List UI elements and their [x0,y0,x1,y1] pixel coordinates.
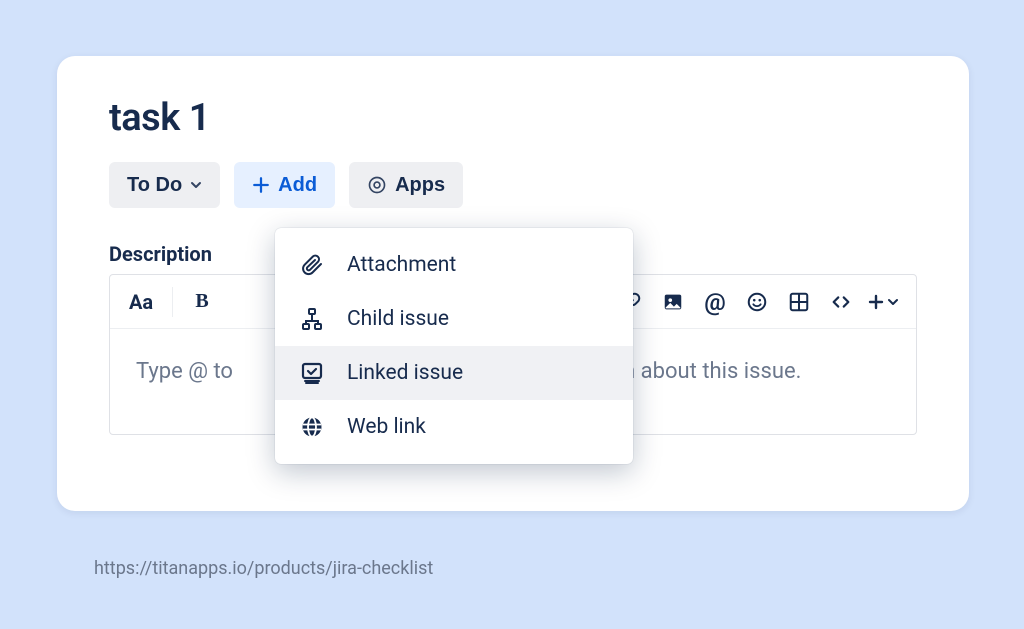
linked-issue-icon [299,360,325,386]
apps-button[interactable]: Apps [349,162,463,208]
add-label: Add [278,174,317,197]
table-button[interactable] [780,283,818,321]
bold-button[interactable]: B [183,283,221,321]
emoji-button[interactable] [738,283,776,321]
add-menu-item-attachment[interactable]: Attachment [275,238,633,292]
add-menu-item-label: Attachment [347,253,456,277]
plus-icon [252,176,270,194]
insert-more-button[interactable] [864,283,902,321]
mention-button[interactable]: @ [696,283,734,321]
image-button[interactable] [654,283,692,321]
source-url: https://titanapps.io/products/jira-check… [94,558,433,579]
toolbar-divider [172,287,173,317]
child-issue-icon [299,306,325,332]
status-label: To Do [127,174,182,197]
attachment-icon [299,252,325,278]
add-menu-item-label: Linked issue [347,361,463,385]
apps-label: Apps [395,174,445,197]
text-styles-label: Aa [129,290,153,314]
placeholder-text-left: Type @ to [136,359,233,384]
add-menu-item-label: Web link [347,415,426,439]
add-menu: Attachment Child issue Linked issue Web … [275,228,633,464]
placeholder-text-right: m about this issue. [616,359,802,384]
add-menu-item-label: Child issue [347,307,449,331]
add-menu-item-child-issue[interactable]: Child issue [275,292,633,346]
add-menu-item-web-link[interactable]: Web link [275,400,633,454]
gear-icon [367,175,387,195]
action-row: To Do Add Apps [109,162,917,208]
status-dropdown[interactable]: To Do [109,162,220,208]
chevron-down-icon [190,179,202,191]
globe-icon [299,414,325,440]
issue-title: task 1 [109,96,917,140]
add-menu-item-linked-issue[interactable]: Linked issue [275,346,633,400]
text-styles-button[interactable]: Aa [124,283,162,321]
code-button[interactable] [822,283,860,321]
add-button[interactable]: Add [234,162,335,208]
